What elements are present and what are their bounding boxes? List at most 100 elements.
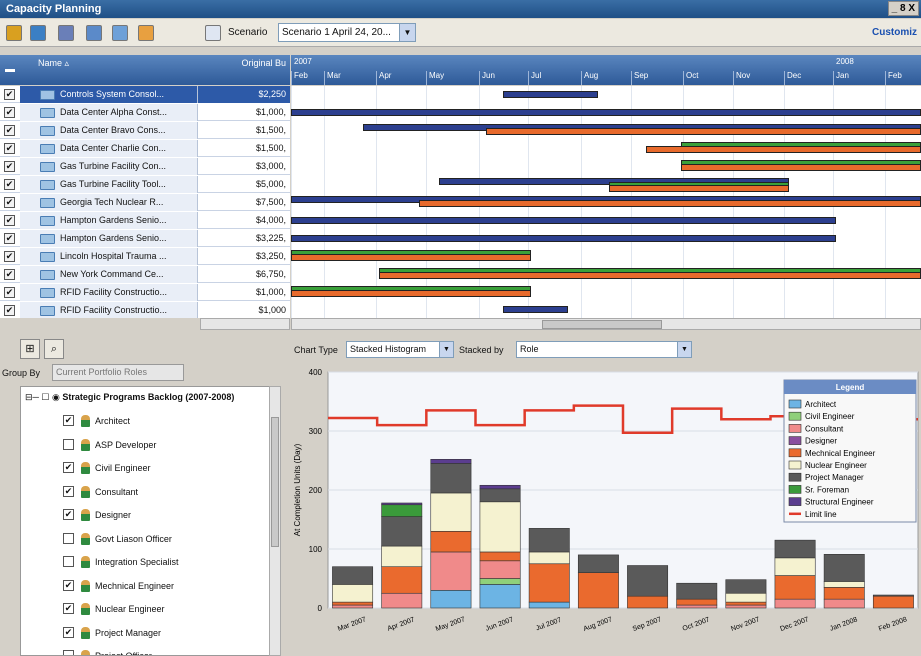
search-icon[interactable]: ⌕ xyxy=(44,339,64,359)
gantt-bar[interactable] xyxy=(503,306,568,313)
legend-swatch xyxy=(788,472,802,482)
project-name: RFID Facility Constructio... xyxy=(60,305,168,315)
role-checkbox[interactable]: ✔ xyxy=(63,603,74,614)
project-name: Gas Turbine Facility Tool... xyxy=(60,179,166,189)
x-tick-label: Aug 2007 xyxy=(583,616,614,633)
row-checkbox[interactable]: ✔ xyxy=(4,143,15,154)
table-row[interactable]: ✔ Hampton Gardens Senio... $3,225, xyxy=(0,230,290,247)
column-original-budget-header[interactable]: Original Bu xyxy=(241,58,286,68)
row-checkbox[interactable]: ✔ xyxy=(4,251,15,262)
row-checkbox[interactable]: ✔ xyxy=(4,125,15,136)
row-checkbox[interactable]: ✔ xyxy=(4,179,15,190)
row-checkbox[interactable]: ✔ xyxy=(4,161,15,172)
gantt-bar[interactable] xyxy=(503,91,598,98)
role-checkbox[interactable]: ✔ xyxy=(63,509,74,520)
stacked-by-select[interactable]: Role ▼ xyxy=(516,341,692,358)
role-checkbox[interactable]: ✔ xyxy=(63,415,74,426)
scrollbar-thumb[interactable] xyxy=(542,320,662,329)
row-checkbox[interactable]: ✔ xyxy=(4,287,15,298)
gantt-view-icon[interactable] xyxy=(138,25,154,41)
role-tree-item[interactable]: ✔ Project Manager xyxy=(43,623,273,643)
scenario-select[interactable]: Scenario 1 April 24, 20... ▼ xyxy=(278,23,416,42)
gantt-bar[interactable] xyxy=(379,272,921,279)
role-tree-item[interactable]: ✔ Designer xyxy=(43,505,273,525)
table-row[interactable]: ✔ Gas Turbine Facility Tool... $5,000, xyxy=(0,176,290,193)
row-checkbox[interactable]: ✔ xyxy=(4,269,15,280)
bar-segment xyxy=(528,601,570,609)
grid-horizontal-scrollbar[interactable] xyxy=(200,318,290,330)
bar-segment xyxy=(332,566,374,585)
row-checkbox[interactable]: ✔ xyxy=(4,107,15,118)
gantt-bar[interactable] xyxy=(646,146,921,153)
select-all-toggle[interactable]: ▬ xyxy=(0,55,20,85)
scrollbar-thumb[interactable] xyxy=(271,417,279,547)
chart-type-select[interactable]: Stacked Histogram ▼ xyxy=(346,341,454,358)
row-checkbox[interactable]: ✔ xyxy=(4,197,15,208)
role-label: Civil Engineer xyxy=(95,463,151,473)
row-checkbox[interactable]: ✔ xyxy=(4,89,15,100)
gantt-bar[interactable] xyxy=(486,128,921,135)
group-by-select[interactable]: Current Portfolio Roles xyxy=(52,364,184,381)
gantt-bar[interactable] xyxy=(291,290,531,297)
gantt-horizontal-scrollbar[interactable] xyxy=(291,318,921,330)
role-tree-item[interactable]: ✔ Consultant xyxy=(43,482,273,502)
gantt-bar[interactable] xyxy=(291,254,531,261)
role-tree-item[interactable]: Integration Specialist xyxy=(43,552,273,572)
role-tree-item[interactable]: ASP Developer xyxy=(43,435,273,455)
role-tree-item[interactable]: ✔ Architect xyxy=(43,411,273,431)
chart-view-icon[interactable] xyxy=(112,25,128,41)
role-checkbox[interactable] xyxy=(63,532,74,544)
column-name-header[interactable]: Name ▵ xyxy=(38,58,69,69)
table-row[interactable]: ✔ Georgia Tech Nuclear R... $7,500, xyxy=(0,194,290,211)
chevron-down-icon[interactable]: ▼ xyxy=(399,24,415,41)
hierarchy-icon[interactable]: ⊞ xyxy=(20,339,40,359)
row-checkbox[interactable]: ✔ xyxy=(4,305,15,316)
table-row[interactable]: ✔ Data Center Charlie Con... $1,500, xyxy=(0,140,290,157)
role-tree-item[interactable]: ✔ Mechnical Engineer xyxy=(43,576,273,596)
role-tree-item[interactable]: ✔ Nuclear Engineer xyxy=(43,599,273,619)
tree-root[interactable]: ⊟─ ☐ ◉ Strategic Programs Backlog (2007-… xyxy=(25,392,234,403)
grid-view-icon[interactable] xyxy=(86,25,102,41)
portfolio-icon[interactable] xyxy=(30,25,46,41)
role-checkbox[interactable]: ✔ xyxy=(63,462,74,473)
role-tree-item[interactable]: Project Officer xyxy=(43,646,273,655)
role-checkbox[interactable]: ✔ xyxy=(63,626,74,638)
save-icon[interactable] xyxy=(6,25,22,41)
table-row[interactable]: ✔ Gas Turbine Facility Con... $3,000, xyxy=(0,158,290,175)
legend-swatch xyxy=(788,448,802,458)
gantt-bar[interactable] xyxy=(291,217,836,224)
row-checkbox[interactable]: ✔ xyxy=(4,233,15,244)
table-row[interactable]: ✔ New York Command Ce... $6,750, xyxy=(0,266,290,283)
window-controls[interactable]: _ 8 X xyxy=(887,1,919,16)
tree-vertical-scrollbar[interactable] xyxy=(269,386,281,656)
table-row[interactable]: ✔ Data Center Alpha Const... $1,000, xyxy=(0,104,290,121)
role-tree-item[interactable]: ✔ Civil Engineer xyxy=(43,458,273,478)
table-row[interactable]: ✔ RFID Facility Constructio... $1,000, xyxy=(0,284,290,301)
legend-label: Architect xyxy=(805,400,837,409)
table-row[interactable]: ✔ Lincoln Hospital Trauma ... $3,250, xyxy=(0,248,290,265)
gantt-bar[interactable] xyxy=(291,235,836,242)
role-checkbox[interactable]: ✔ xyxy=(63,485,74,497)
table-row[interactable]: ✔ Controls System Consol... $2,250 xyxy=(0,86,290,103)
bar-segment xyxy=(430,531,472,553)
row-checkbox[interactable]: ✔ xyxy=(4,215,15,226)
role-tree-item[interactable]: Govt Liason Officer xyxy=(43,529,273,549)
bar-segment xyxy=(479,578,521,585)
gantt-bar[interactable] xyxy=(419,200,921,207)
scenario-icon[interactable] xyxy=(205,25,221,41)
table-row[interactable]: ✔ Hampton Gardens Senio... $4,000, xyxy=(0,212,290,229)
gantt-bar[interactable] xyxy=(291,109,921,116)
gantt-bar[interactable] xyxy=(681,164,921,171)
role-checkbox[interactable]: ✔ xyxy=(63,579,74,591)
role-checkbox[interactable] xyxy=(63,650,74,655)
resource-icon[interactable] xyxy=(58,25,74,41)
table-row[interactable]: ✔ RFID Facility Constructio... $1,000 xyxy=(0,302,290,318)
gantt-month-label: Aug xyxy=(581,71,598,85)
chevron-down-icon[interactable]: ▼ xyxy=(439,342,453,357)
role-checkbox[interactable] xyxy=(63,438,74,450)
role-checkbox[interactable] xyxy=(63,556,74,567)
chevron-down-icon[interactable]: ▼ xyxy=(677,342,691,357)
gantt-bar[interactable] xyxy=(609,185,789,192)
table-row[interactable]: ✔ Data Center Bravo Cons... $1,500, xyxy=(0,122,290,139)
customize-link[interactable]: Customiz xyxy=(872,27,917,38)
